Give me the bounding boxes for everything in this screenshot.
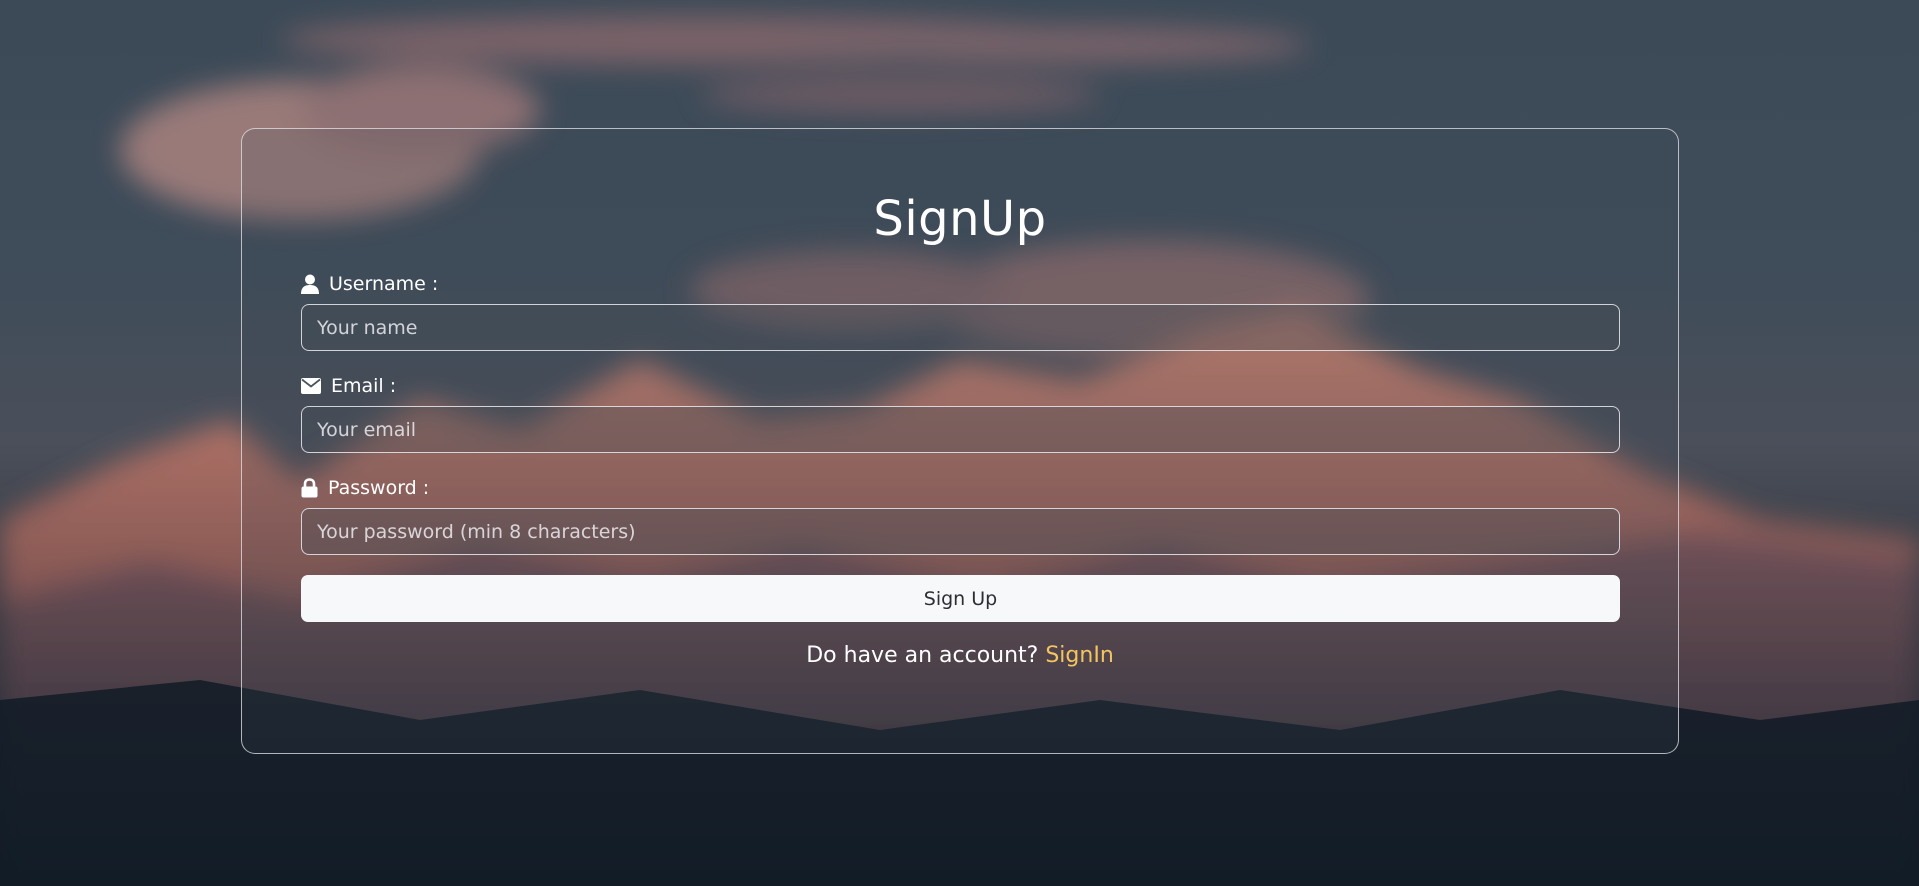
user-icon <box>301 274 319 294</box>
signin-prompt: Do have an account? SignIn <box>242 643 1678 668</box>
envelope-icon <box>301 378 321 394</box>
signup-card: SignUp Username : Email : Pas <box>241 128 1679 754</box>
signin-link[interactable]: SignIn <box>1045 643 1113 668</box>
password-label: Password : <box>301 475 429 501</box>
username-label-text: Username : <box>329 273 439 295</box>
password-label-text: Password : <box>328 477 430 499</box>
lock-icon <box>301 478 318 498</box>
username-label: Username : <box>301 271 438 297</box>
page-title: SignUp <box>873 191 1047 247</box>
username-input[interactable] <box>301 304 1620 351</box>
email-label-text: Email : <box>331 375 397 397</box>
email-label: Email : <box>301 373 396 399</box>
password-input[interactable] <box>301 508 1620 555</box>
email-input[interactable] <box>301 406 1620 453</box>
signup-button[interactable]: Sign Up <box>301 575 1620 622</box>
signin-prompt-text: Do have an account? <box>806 643 1039 668</box>
